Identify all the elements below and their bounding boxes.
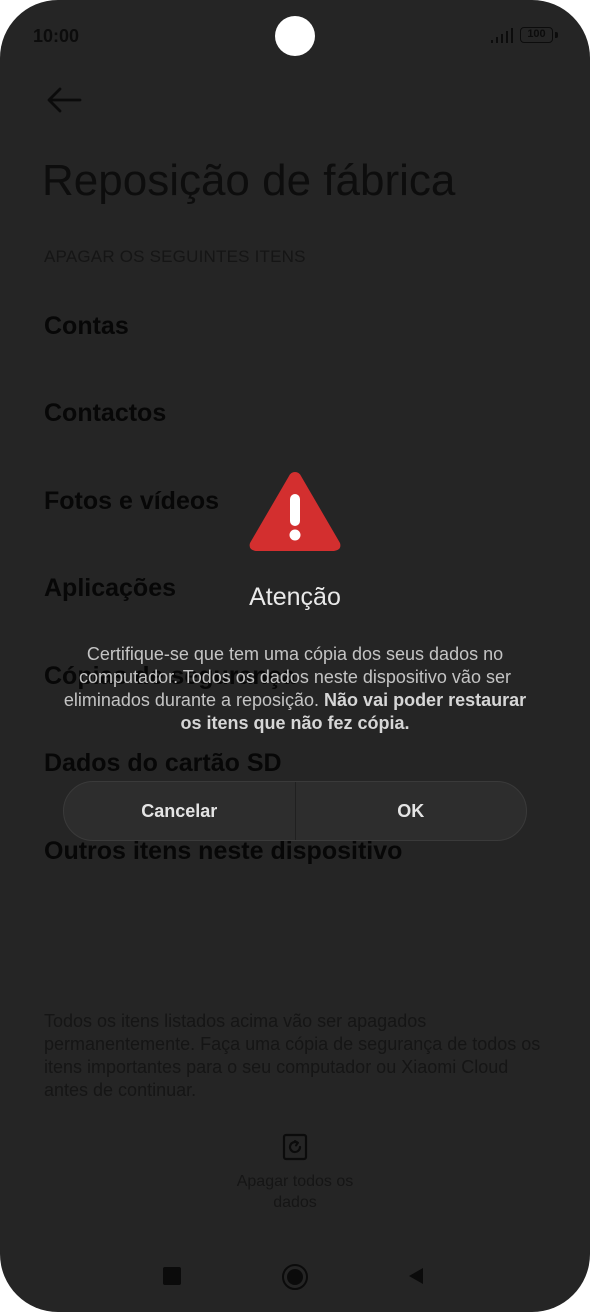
square-icon[interactable] [163,1267,181,1285]
cancel-button[interactable]: Cancelar [64,782,295,840]
footer-note: Todos os itens listados acima vão ser ap… [44,1011,541,1100]
camera-cutout [275,16,315,56]
home-dot [287,1269,303,1285]
warning-triangle-icon [249,472,341,551]
page-title: Reposição de fábrica [42,156,456,205]
status-time: 10:00 [33,26,80,46]
ok-button[interactable]: OK [296,782,527,840]
battery-icon: 100 [520,27,553,43]
triangle-back-icon[interactable] [406,1266,426,1286]
battery-tip [555,32,558,38]
battery-level: 100 [527,28,546,40]
phone-screen: 10:00 100 Reposição de fábrica APAGAR OS… [0,0,590,1312]
arrow-left-icon[interactable] [44,84,84,116]
status-bar: 10:00 100 [0,0,590,72]
warning-dialog: Atenção Certifique-se que tem uma cópia … [0,465,590,845]
list-item-contactos: Contactos [44,399,167,427]
dialog-message: Certifique-se que tem uma cópia dos seus… [60,643,530,735]
list-item-contas: Contas [44,312,129,340]
erase-data-icon [282,1133,308,1161]
erase-all-button[interactable]: Apagar todos os dados [220,1133,370,1213]
dialog-title: Atenção [249,583,341,611]
signal-icon [491,28,513,43]
navigation-bar [0,1250,590,1302]
section-header: APAGAR OS SEGUINTES ITENS [44,247,306,266]
dialog-button-bar: Cancelar OK [63,781,527,841]
erase-all-label: Apagar todos os dados [236,1173,354,1211]
